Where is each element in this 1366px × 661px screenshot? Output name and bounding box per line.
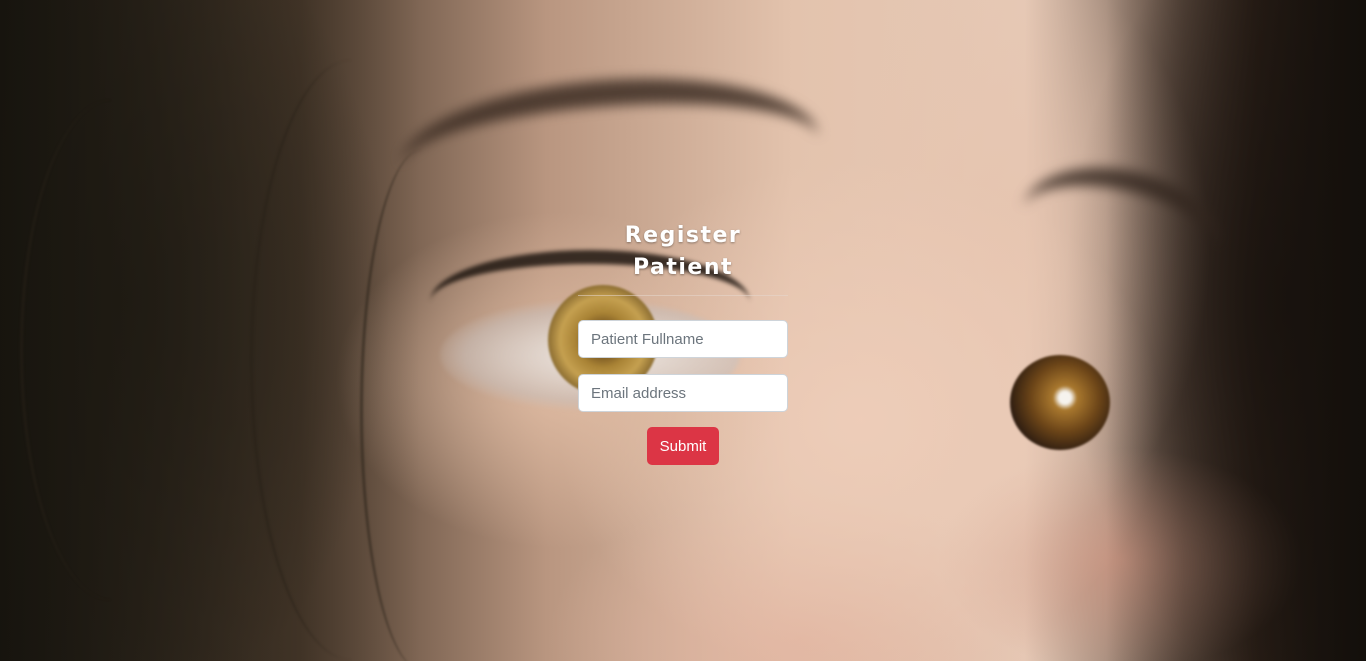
hair-shadow-right xyxy=(1106,0,1366,661)
register-patient-form: Register Patient Submit xyxy=(578,220,788,465)
submit-row: Submit xyxy=(578,427,788,465)
eye-right xyxy=(1010,355,1110,450)
email-address-input[interactable] xyxy=(578,374,788,412)
form-title: Register Patient xyxy=(624,223,742,280)
submit-button[interactable]: Submit xyxy=(646,427,720,465)
hair-strand xyxy=(250,60,453,660)
hair-strand xyxy=(20,100,203,600)
patient-fullname-input[interactable] xyxy=(578,320,788,358)
title-divider xyxy=(578,295,788,296)
page: Register Patient Submit xyxy=(0,0,1366,661)
